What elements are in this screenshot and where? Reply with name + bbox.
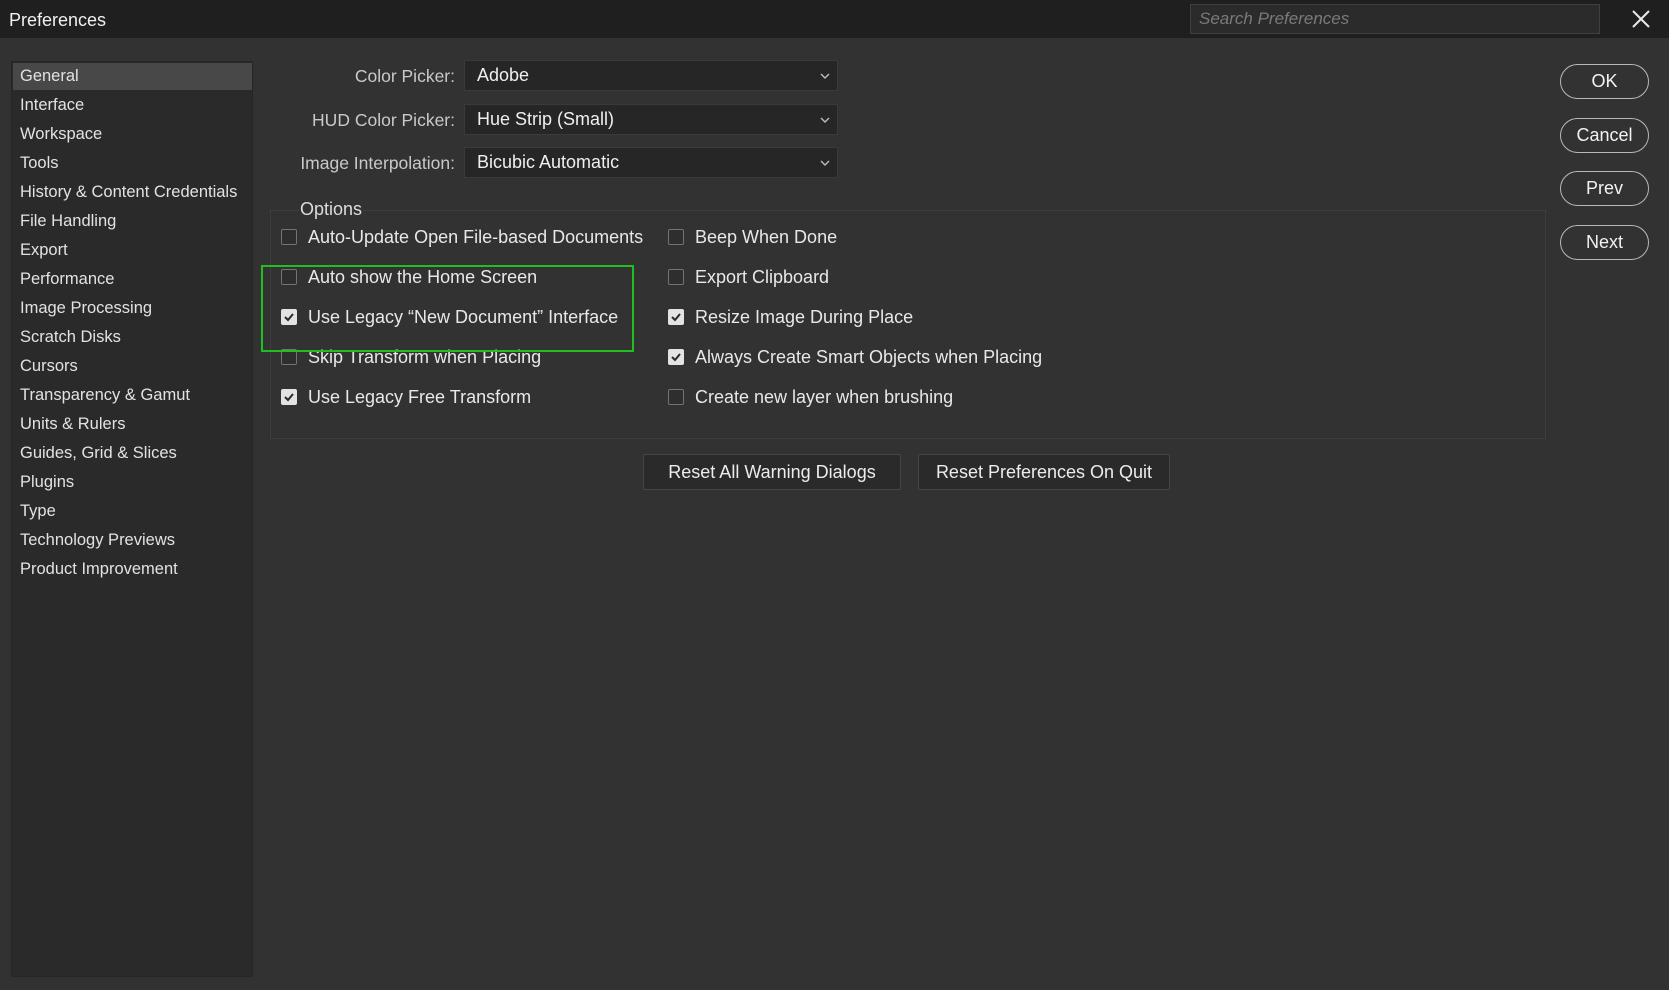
auto-show-home-screen-checkbox[interactable] — [281, 269, 297, 285]
sidebar-item-general[interactable]: General — [13, 63, 252, 90]
sidebar-item-type[interactable]: Type — [13, 498, 252, 525]
resize-image-during-place-label: Resize Image During Place — [695, 307, 914, 327]
image-interpolation-label: Image Interpolation: — [300, 153, 455, 173]
reset-preferences-on-quit-button[interactable]: Reset Preferences On Quit — [918, 454, 1170, 490]
sidebar-item-units-rulers[interactable]: Units & Rulers — [13, 411, 252, 438]
export-clipboard-checkbox[interactable] — [668, 269, 684, 285]
sidebar-item-guides-grid-slices[interactable]: Guides, Grid & Slices — [13, 440, 252, 467]
sidebar-item-technology-previews[interactable]: Technology Previews — [13, 527, 252, 554]
title-bar: Preferences — [0, 0, 1669, 38]
skip-transform-label: Skip Transform when Placing — [308, 347, 542, 367]
color-picker-value: Adobe — [477, 65, 530, 85]
chevron-down-icon — [820, 73, 830, 79]
legacy-new-document-checkbox[interactable] — [281, 309, 297, 325]
sidebar-item-performance[interactable]: Performance — [13, 266, 252, 293]
prev-button[interactable]: Prev — [1560, 171, 1649, 206]
chevron-down-icon — [820, 160, 830, 166]
legacy-free-transform-label: Use Legacy Free Transform — [308, 387, 532, 407]
auto-update-documents-label: Auto-Update Open File-based Documents — [308, 227, 644, 247]
reset-all-warning-dialogs-button[interactable]: Reset All Warning Dialogs — [643, 454, 901, 490]
skip-transform-checkbox[interactable] — [281, 349, 297, 365]
auto-show-home-screen-label: Auto show the Home Screen — [308, 267, 538, 287]
checkmark-icon — [284, 313, 294, 322]
next-button[interactable]: Next — [1560, 225, 1649, 260]
sidebar-item-product-improvement[interactable]: Product Improvement — [13, 556, 252, 583]
sidebar-item-interface[interactable]: Interface — [13, 92, 252, 119]
checkmark-icon — [284, 393, 294, 402]
legacy-new-document-label: Use Legacy “New Document” Interface — [308, 307, 619, 327]
color-picker-select[interactable]: Adobe — [464, 60, 838, 91]
sidebar-item-export[interactable]: Export — [13, 237, 252, 264]
color-picker-label: Color Picker: — [354, 66, 455, 86]
auto-update-documents-checkbox[interactable] — [281, 229, 297, 245]
hud-color-picker-value: Hue Strip (Small) — [477, 109, 615, 129]
sidebar-item-cursors[interactable]: Cursors — [13, 353, 252, 380]
close-icon — [1632, 10, 1650, 28]
always-create-smart-objects-label: Always Create Smart Objects when Placing — [695, 347, 1043, 367]
sidebar-item-file-handling[interactable]: File Handling — [13, 208, 252, 235]
resize-image-during-place-checkbox[interactable] — [668, 309, 684, 325]
sidebar-item-history-content-credentials[interactable]: History & Content Credentials — [13, 179, 252, 206]
chevron-down-icon — [820, 117, 830, 123]
close-button[interactable] — [1628, 6, 1654, 32]
sidebar-item-transparency-gamut[interactable]: Transparency & Gamut — [13, 382, 252, 409]
create-new-layer-brushing-checkbox[interactable] — [668, 389, 684, 405]
always-create-smart-objects-checkbox[interactable] — [668, 349, 684, 365]
checkmark-icon — [671, 313, 681, 322]
image-interpolation-value: Bicubic Automatic — [477, 152, 620, 172]
ok-button[interactable]: OK — [1560, 64, 1649, 99]
create-new-layer-brushing-label: Create new layer when brushing — [695, 387, 954, 407]
sidebar-item-image-processing[interactable]: Image Processing — [13, 295, 252, 322]
options-title: Options — [299, 199, 364, 220]
hud-color-picker-label: HUD Color Picker: — [312, 110, 455, 130]
sidebar: General Interface Workspace Tools Histor… — [11, 61, 253, 977]
cancel-button[interactable]: Cancel — [1560, 118, 1649, 153]
beep-when-done-label: Beep When Done — [695, 227, 838, 247]
image-interpolation-select[interactable]: Bicubic Automatic — [464, 147, 838, 178]
sidebar-item-workspace[interactable]: Workspace — [13, 121, 252, 148]
hud-color-picker-select[interactable]: Hue Strip (Small) — [464, 104, 838, 135]
beep-when-done-checkbox[interactable] — [668, 229, 684, 245]
export-clipboard-label: Export Clipboard — [695, 267, 830, 287]
sidebar-item-scratch-disks[interactable]: Scratch Disks — [13, 324, 252, 351]
sidebar-item-tools[interactable]: Tools — [13, 150, 252, 177]
checkmark-icon — [671, 353, 681, 362]
sidebar-item-plugins[interactable]: Plugins — [13, 469, 252, 496]
window-title: Preferences — [9, 10, 107, 30]
legacy-free-transform-checkbox[interactable] — [281, 389, 297, 405]
search-input[interactable] — [1190, 4, 1600, 34]
